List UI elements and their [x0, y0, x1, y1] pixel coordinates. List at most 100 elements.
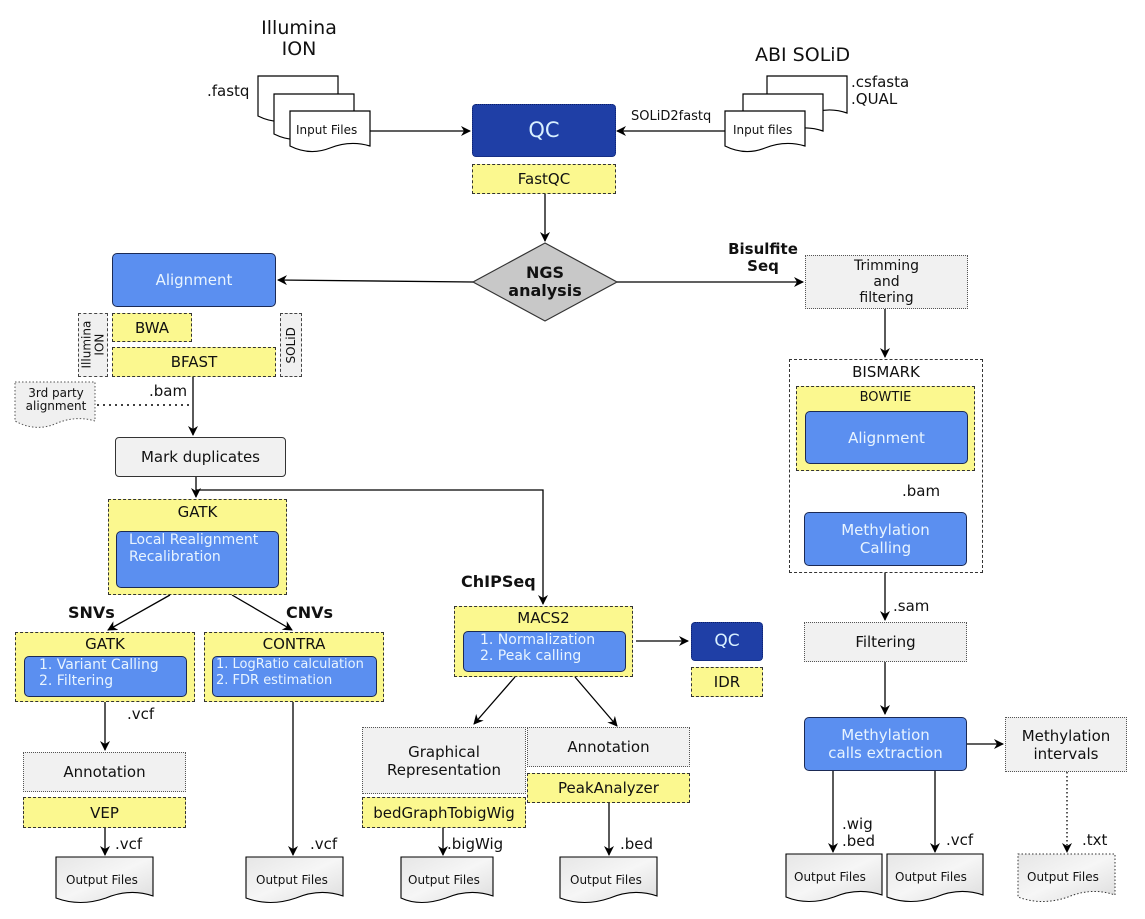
- analysis-text: analysis: [508, 280, 582, 300]
- peak-calling-step: 2. Peak calling: [480, 648, 582, 665]
- graphical-representation-box[interactable]: Graphical Representation: [362, 727, 526, 794]
- third-party-alignment-label: 3rd party alignment: [18, 386, 94, 414]
- sam-ext: .sam: [893, 597, 930, 615]
- contra-group: CONTRA 1. LogRatio calculation 2. FDR es…: [204, 632, 384, 702]
- intervals-text: intervals: [1033, 744, 1099, 763]
- csfasta-ext: .csfasta: [851, 73, 910, 91]
- alignment-box[interactable]: Alignment: [112, 253, 276, 307]
- wig-output-files[interactable]: Output Files: [794, 870, 866, 884]
- solid2fastq-label: SOLiD2fastq: [631, 109, 712, 124]
- calls-extraction-text: calls extraction: [828, 744, 943, 762]
- variant-calling-step: 1. Variant Calling: [39, 657, 159, 673]
- bisulfite-filtering-box[interactable]: Filtering: [804, 622, 967, 662]
- fastqc-tool[interactable]: FastQC: [472, 164, 616, 194]
- seq-text: Seq: [747, 256, 779, 275]
- macs2-group: MACS2 1. Normalization 2. Peak calling: [454, 606, 633, 677]
- gatk-snv-title: GATK: [85, 635, 125, 653]
- peakanalyzer-tool[interactable]: PeakAnalyzer: [527, 773, 690, 803]
- snv-annotation-box[interactable]: Annotation: [23, 752, 186, 792]
- qc-label: QC: [528, 117, 560, 142]
- snv-vcf-ext: .vcf: [127, 705, 155, 723]
- illumina-label: Illumina: [261, 17, 337, 39]
- illumina-platform-title: Illumina ION: [259, 18, 339, 60]
- mark-duplicates-box[interactable]: Mark duplicates: [115, 437, 286, 477]
- ngs-text: NGS: [525, 263, 565, 282]
- gatk-snv-group: GATK 1. Variant Calling 2. Filtering: [15, 632, 195, 702]
- macs2-steps[interactable]: 1. Normalization 2. Peak calling: [463, 631, 626, 672]
- graphical-output-files[interactable]: Output Files: [408, 873, 480, 887]
- wig-ext: .wig: [842, 815, 873, 833]
- vcf-output-files[interactable]: Output Files: [895, 870, 967, 884]
- calling-text: Calling: [859, 539, 912, 557]
- bisulfite-branch-label: Bisulfite Seq: [727, 241, 799, 274]
- methylation-calling-box[interactable]: Methylation Calling: [804, 512, 967, 566]
- mark-duplicates-label: Mark duplicates: [140, 448, 260, 466]
- bwa-tool[interactable]: BWA: [112, 313, 192, 342]
- cnv-out-vcf-ext: .vcf: [310, 835, 338, 853]
- qual-ext: .QUAL: [851, 89, 898, 108]
- chipseq-qc-box[interactable]: QC: [691, 622, 763, 661]
- bigwig-ext: .bigWig: [447, 835, 504, 853]
- alignment-text: alignment: [25, 399, 87, 414]
- extraction-methylation-text: Methylation: [841, 726, 930, 744]
- vep-tool[interactable]: VEP: [23, 797, 186, 828]
- and-text: and: [873, 273, 900, 290]
- solid-input-docs: [724, 75, 848, 153]
- qc-box[interactable]: QC: [472, 104, 616, 157]
- normalization-step: 1. Normalization: [480, 632, 596, 648]
- chipseq-annotation-box[interactable]: Annotation: [527, 727, 690, 767]
- bowtie-group: BOWTIE Alignment: [796, 386, 975, 471]
- trimming-filtering-box[interactable]: Trimming and filtering: [805, 255, 968, 309]
- bismark-title: BISMARK: [852, 363, 920, 381]
- bedgraphtobigwig-tool[interactable]: bedGraphTobigWig: [362, 797, 526, 828]
- illumina-ion-side-tag: Illumina ION: [78, 313, 108, 377]
- bedgraphtobigwig-label: bedGraphTobigWig: [373, 803, 515, 822]
- filtering-text: filtering: [859, 290, 914, 307]
- solid-ext-label: .csfasta .QUAL: [851, 74, 909, 107]
- filtering-step: 2. Filtering: [39, 673, 114, 690]
- bed-ext-2: .bed: [842, 831, 876, 850]
- chipseq-annotation-label: Annotation: [567, 738, 650, 756]
- txt-output-files[interactable]: Output Files: [1027, 870, 1099, 884]
- graphical-text: Graphical: [408, 742, 480, 761]
- idr-label: IDR: [713, 673, 741, 691]
- ngs-analysis-label: NGS analysis: [500, 264, 590, 299]
- illumina-input-files-label: Input Files: [296, 123, 358, 137]
- intervals-methylation-text: Methylation: [1021, 726, 1111, 745]
- methylation-intervals-box[interactable]: Methylation intervals: [1005, 717, 1127, 772]
- bismark-bam-ext: .bam: [902, 482, 941, 500]
- bfast-label: BFAST: [170, 353, 218, 371]
- bowtie-title: BOWTIE: [859, 390, 912, 405]
- peakanalyzer-label: PeakAnalyzer: [558, 779, 659, 797]
- bwa-label: BWA: [134, 318, 170, 337]
- idr-tool[interactable]: IDR: [691, 667, 763, 697]
- cnv-output-files[interactable]: Output Files: [256, 873, 328, 887]
- gatk-pre-title: GATK: [177, 503, 218, 521]
- chipseq-branch-label: ChIPSeq: [461, 572, 536, 591]
- vep-label: VEP: [90, 803, 119, 822]
- gatk-snv-steps[interactable]: 1. Variant Calling 2. Filtering: [24, 656, 187, 697]
- snv-output-files[interactable]: Output Files: [66, 873, 138, 887]
- solid-side-tag: SOLiD: [280, 313, 302, 377]
- wig-bed-ext: .wig .bed: [842, 816, 875, 849]
- bfast-tool[interactable]: BFAST: [112, 347, 276, 377]
- bisulfite-text: Bisulfite: [728, 240, 798, 258]
- contra-title: CONTRA: [262, 635, 326, 653]
- fastq-ext-label: .fastq: [207, 82, 250, 100]
- bed-ext: .bed: [620, 835, 654, 853]
- recalibration-step: Recalibration: [129, 548, 221, 565]
- ion-label: ION: [281, 37, 317, 60]
- bam-ext-label: .bam: [149, 382, 188, 400]
- trimming-text: Trimming: [853, 257, 920, 274]
- snvs-branch-label: SNVs: [68, 603, 115, 622]
- side-solid: SOLiD: [283, 326, 298, 364]
- gatk-preprocess-steps[interactable]: Local Realignment Recalibration: [116, 531, 279, 588]
- side-ion: ION: [92, 334, 107, 356]
- alignment-label: Alignment: [155, 271, 233, 289]
- annotation-output-files[interactable]: Output Files: [570, 873, 642, 887]
- contra-steps[interactable]: 1. LogRatio calculation 2. FDR estimatio…: [212, 656, 377, 697]
- methylation-extraction-box[interactable]: Methylation calls extraction: [804, 717, 967, 771]
- bisulfite-filtering-label: Filtering: [855, 633, 916, 651]
- txt-ext: .txt: [1082, 831, 1108, 849]
- bowtie-alignment-box[interactable]: Alignment: [805, 411, 968, 464]
